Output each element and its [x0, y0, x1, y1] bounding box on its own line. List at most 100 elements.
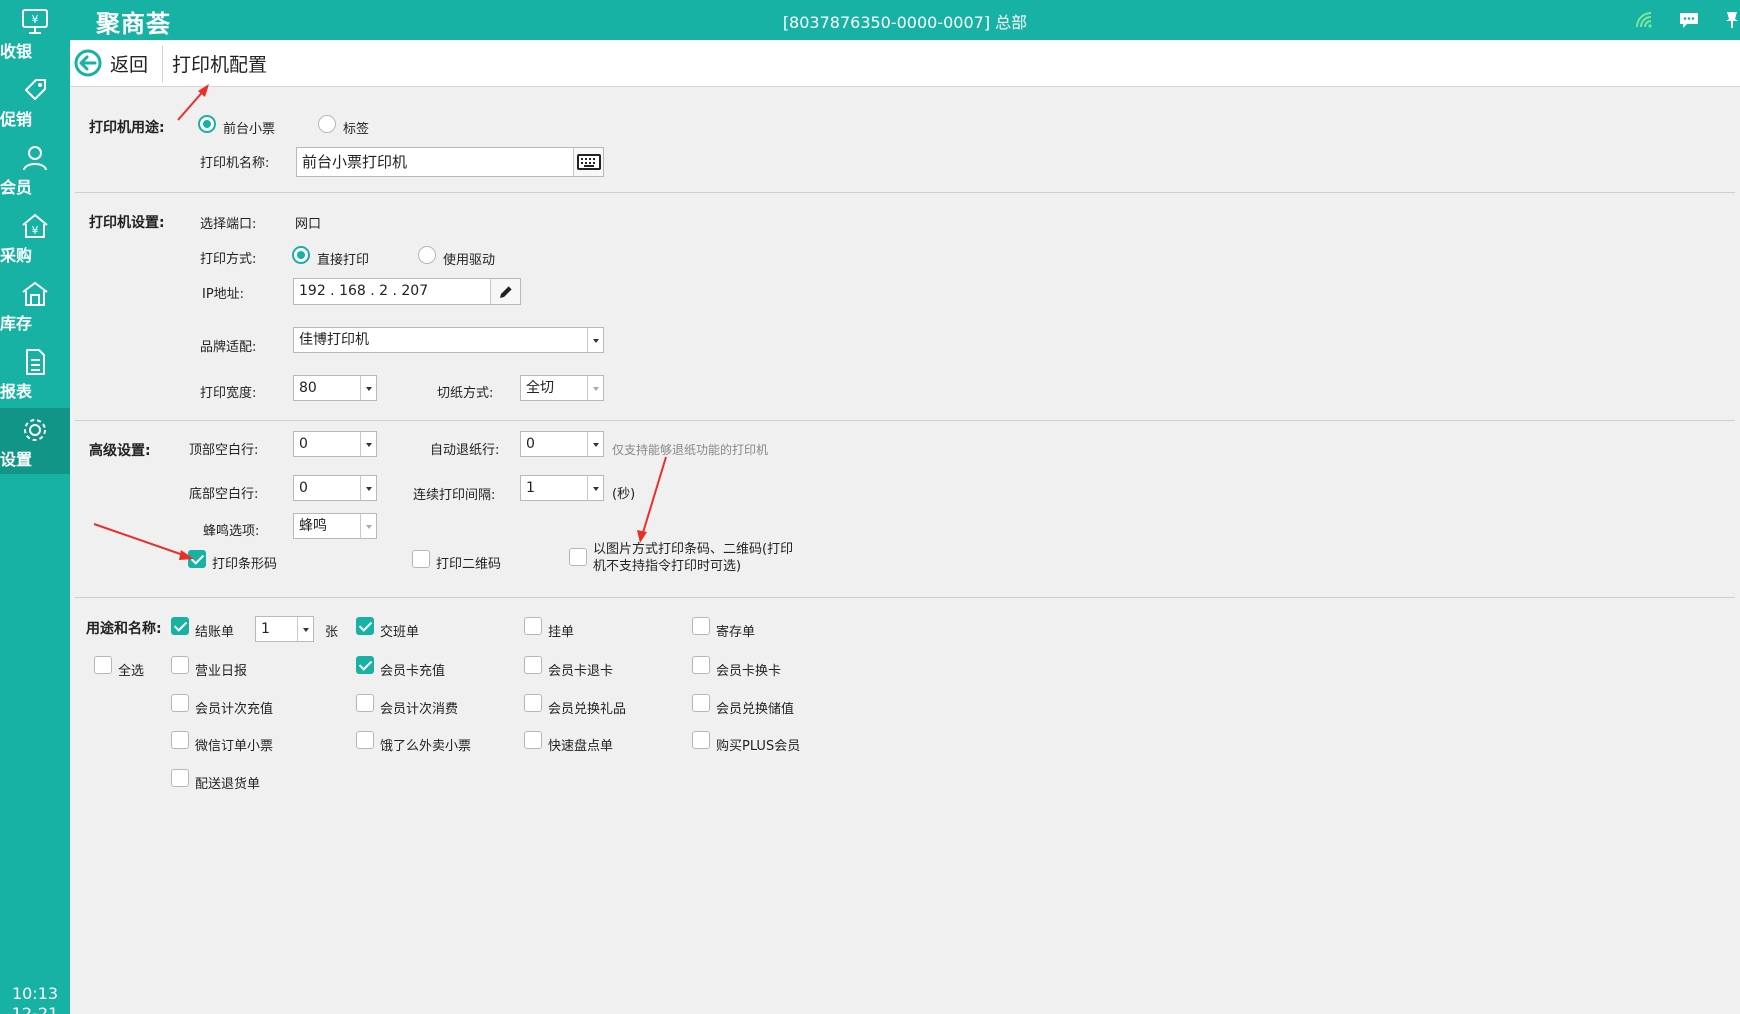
usage-checkbox-checkout[interactable]	[171, 617, 189, 635]
pencil-icon	[499, 285, 512, 298]
bottom-blank-label: 底部空白行:	[189, 487, 259, 502]
usage-checkbox-card-refund[interactable]	[524, 656, 542, 674]
usage-label-count-consume: 会员计次消费	[380, 702, 459, 717]
mode-option-driver: 使用驱动	[443, 253, 496, 268]
select-all-checkbox[interactable]	[94, 656, 112, 674]
sidebar-item-member[interactable]: 会员	[0, 136, 70, 202]
usage-checkbox-wechat-order[interactable]	[171, 731, 189, 749]
copies-unit: 张	[325, 625, 339, 640]
usage-checkbox-hold[interactable]	[524, 617, 542, 635]
store-info: [8037876350-0000-0007] 总部	[782, 13, 1028, 32]
chevron-down-icon	[360, 476, 376, 500]
header-divider	[162, 46, 163, 82]
print-interval-label: 连续打印间隔:	[413, 488, 496, 503]
usage-label: 用途和名称:	[86, 621, 162, 637]
select-all-label: 全选	[118, 664, 145, 679]
chevron-down-icon	[297, 617, 313, 641]
image-mode-label: 以图片方式打印条码、二维码(打印 机不支持指令打印时可选)	[593, 541, 793, 575]
page-title: 打印机配置	[172, 54, 268, 76]
sidebar-item-report[interactable]: 报表	[0, 340, 70, 406]
usage-checkbox-daily-report[interactable]	[171, 656, 189, 674]
brand-select[interactable]: 佳博打印机	[293, 327, 604, 353]
top-blank-label: 顶部空白行:	[189, 443, 259, 458]
usage-label-wechat-order: 微信订单小票	[195, 739, 274, 754]
usage-checkbox-gift-exchange[interactable]	[524, 694, 542, 712]
port-value: 网口	[295, 217, 322, 232]
usage-label-plus-member: 购买PLUS会员	[716, 739, 801, 754]
bottom-blank-value: 0	[299, 480, 308, 496]
auto-feed-select[interactable]: 0	[520, 431, 604, 457]
usage-label-count-recharge: 会员计次充值	[195, 702, 274, 717]
wifi-icon[interactable]	[1634, 10, 1654, 30]
clock-time: 10:13	[11, 984, 59, 1003]
document-icon	[26, 349, 45, 375]
usage-label-checkout: 结账单	[195, 625, 235, 640]
usage-checkbox-count-consume[interactable]	[356, 694, 374, 712]
mode-radio-direct[interactable]	[292, 246, 310, 264]
sidebar-item-purchase[interactable]: ¥ 采购	[0, 204, 70, 270]
ip-edit-button[interactable]	[490, 279, 520, 304]
chevron-down-icon	[360, 432, 376, 456]
back-label: 返回	[110, 53, 149, 76]
ip-input[interactable]: 192 . 168 . 2 . 207	[293, 278, 521, 305]
usage-label-value-exchange: 会员兑换储值	[716, 702, 795, 717]
purpose-option-receipt: 前台小票	[223, 122, 276, 137]
interval-unit: (秒)	[612, 487, 636, 502]
sidebar-item-settings[interactable]: 设置	[0, 408, 70, 474]
usage-checkbox-plus-member[interactable]	[692, 731, 710, 749]
settings-label: 打印机设置:	[89, 215, 165, 231]
svg-text:¥: ¥	[32, 224, 39, 237]
print-qrcode-checkbox[interactable]	[412, 550, 430, 568]
bottom-blank-select[interactable]: 0	[293, 475, 377, 501]
print-width-select[interactable]: 80	[293, 375, 377, 401]
brand-value: 佳博打印机	[299, 332, 369, 348]
top-blank-select[interactable]: 0	[293, 431, 377, 457]
tag-icon	[25, 79, 46, 100]
usage-checkbox-shift[interactable]	[356, 617, 374, 635]
monitor-yen-icon: ¥	[22, 9, 48, 34]
sidebar-item-inventory[interactable]: 库存	[0, 272, 70, 338]
annotation-arrow-image-mode	[637, 456, 667, 543]
chevron-down-icon	[587, 376, 603, 400]
print-interval-value: 1	[526, 480, 535, 496]
printer-name-input[interactable]: 前台小票打印机	[296, 147, 604, 177]
cut-mode-select[interactable]: 全切	[520, 375, 604, 401]
keyboard-button[interactable]	[573, 148, 603, 176]
usage-checkbox-card-recharge[interactable]	[356, 656, 374, 674]
print-barcode-checkbox[interactable]	[188, 550, 206, 568]
keyboard-icon	[576, 154, 601, 170]
copies-select[interactable]: 1	[255, 616, 314, 642]
cut-mode-value: 全切	[526, 380, 554, 396]
purpose-radio-label[interactable]	[318, 115, 336, 133]
cut-mode-label: 切纸方式:	[437, 386, 494, 401]
image-mode-line-1: 以图片方式打印条码、二维码(打印	[593, 542, 794, 557]
sidebar: ¥ 收银 促销 会员 ¥ 采购 库存 报表 设置 10:13 12-21	[0, 0, 70, 1014]
print-qrcode-label: 打印二维码	[436, 557, 502, 572]
mode-radio-driver[interactable]	[418, 246, 436, 264]
usage-checkbox-deposit[interactable]	[692, 617, 710, 635]
back-button[interactable]: 返回	[74, 47, 148, 79]
usage-checkbox-count-recharge[interactable]	[171, 694, 189, 712]
divider	[75, 192, 1735, 193]
topbar: 聚商荟 [8037876350-0000-0007] 总部	[70, 0, 1740, 40]
usage-label-card-recharge: 会员卡充值	[380, 664, 446, 679]
print-interval-select[interactable]: 1	[520, 475, 604, 501]
usage-checkbox-card-replace[interactable]	[692, 656, 710, 674]
image-mode-checkbox[interactable]	[569, 548, 587, 566]
usage-checkbox-delivery-return[interactable]	[171, 769, 189, 787]
print-width-label: 打印宽度:	[200, 386, 257, 401]
purpose-radio-receipt[interactable]	[198, 115, 216, 133]
beep-select[interactable]: 蜂鸣	[293, 513, 377, 539]
usage-checkbox-eleme[interactable]	[356, 731, 374, 749]
usage-label-stocktake: 快速盘点单	[548, 739, 614, 754]
copies-value: 1	[261, 621, 270, 637]
print-barcode-label: 打印条形码	[212, 557, 278, 572]
sidebar-item-promotion[interactable]: 促销	[0, 68, 70, 134]
sidebar-item-cashier[interactable]: ¥ 收银	[0, 0, 70, 66]
usage-checkbox-value-exchange[interactable]	[692, 694, 710, 712]
usage-checkbox-stocktake[interactable]	[524, 731, 542, 749]
house-yen-icon: ¥	[22, 213, 48, 238]
pin-icon[interactable]	[1724, 10, 1740, 30]
message-icon[interactable]	[1678, 10, 1700, 30]
chevron-down-icon	[360, 514, 376, 538]
